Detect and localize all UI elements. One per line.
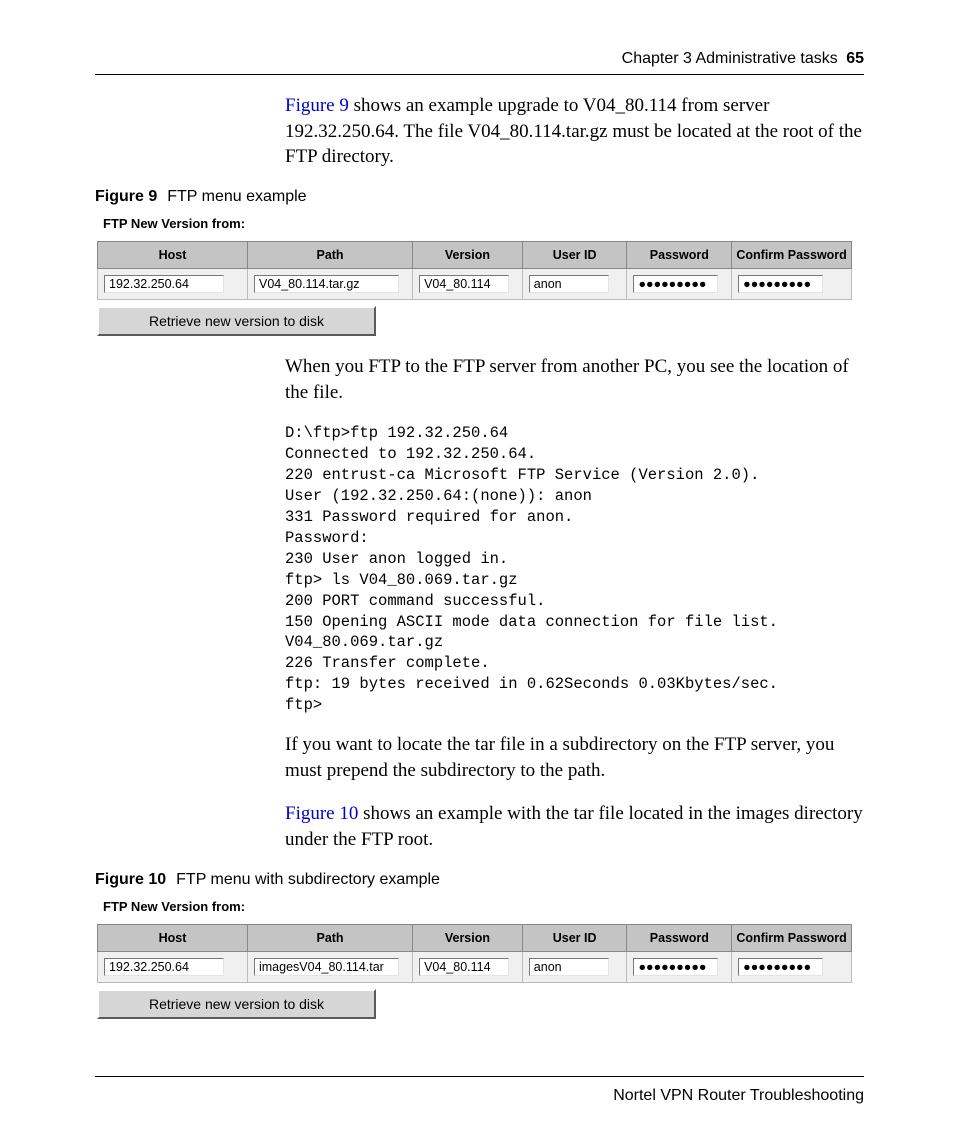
version-input[interactable]: V04_80.114 <box>419 275 509 293</box>
chapter-title: Chapter 3 Administrative tasks <box>622 50 838 67</box>
col-confirm: Confirm Password <box>732 924 852 951</box>
para-fig10-intro: Figure 10 shows an example with the tar … <box>285 801 864 852</box>
para-fig10-text: shows an example with the tar file locat… <box>285 803 863 850</box>
ftp-table-fig9: Host Path Version User ID Password Confi… <box>97 241 852 300</box>
figure-9-label: Figure 9 <box>95 188 157 205</box>
retrieve-button[interactable]: Retrieve new version to disk <box>97 989 376 1019</box>
col-password: Password <box>627 924 732 951</box>
confirm-password-input[interactable]: ●●●●●●●●● <box>738 275 823 293</box>
figure-9-link[interactable]: Figure 9 <box>285 95 349 116</box>
ftp-data-row: 192.32.250.64 imagesV04_80.114.tar V04_8… <box>98 951 852 982</box>
footer-rule <box>95 1076 864 1077</box>
col-host: Host <box>98 241 248 268</box>
user-input[interactable]: anon <box>529 275 609 293</box>
host-input[interactable]: 192.32.250.64 <box>104 958 224 976</box>
footer-text: Nortel VPN Router Troubleshooting <box>95 1087 864 1105</box>
password-input[interactable]: ●●●●●●●●● <box>633 275 718 293</box>
figure-10-caption: Figure 10 FTP menu with subdirectory exam… <box>95 871 864 889</box>
col-host: Host <box>98 924 248 951</box>
ftp-heading-2: FTP New Version from: <box>103 899 864 914</box>
col-confirm: Confirm Password <box>732 241 852 268</box>
para-subdir-note: If you want to locate the tar file in a … <box>285 732 864 783</box>
ftp-heading: FTP New Version from: <box>103 216 864 231</box>
path-input[interactable]: V04_80.114.tar.gz <box>254 275 399 293</box>
ftp-table-fig10: Host Path Version User ID Password Confi… <box>97 924 852 983</box>
host-input[interactable]: 192.32.250.64 <box>104 275 224 293</box>
figure-10-title: FTP menu with subdirectory example <box>176 871 440 888</box>
page-footer: Nortel VPN Router Troubleshooting <box>95 1076 864 1105</box>
retrieve-button[interactable]: Retrieve new version to disk <box>97 306 376 336</box>
intro-text: shows an example upgrade to V04_80.114 f… <box>285 95 862 167</box>
ftp-session-output: D:\ftp>ftp 192.32.250.64 Connected to 19… <box>285 423 864 716</box>
figure-9-caption: Figure 9 FTP menu example <box>95 188 864 206</box>
confirm-password-input[interactable]: ●●●●●●●●● <box>738 958 823 976</box>
ftp-data-row: 192.32.250.64 V04_80.114.tar.gz V04_80.1… <box>98 268 852 299</box>
page: Chapter 3 Administrative tasks 65 Figure… <box>0 0 954 1145</box>
col-password: Password <box>627 241 732 268</box>
ftp-header-row: Host Path Version User ID Password Confi… <box>98 924 852 951</box>
col-user: User ID <box>522 924 627 951</box>
col-version: Version <box>413 241 523 268</box>
figure-10-label: Figure 10 <box>95 871 166 888</box>
para-ftp-location: When you FTP to the FTP server from anot… <box>285 354 864 405</box>
version-input[interactable]: V04_80.114 <box>419 958 509 976</box>
header-rule <box>95 74 864 75</box>
col-path: Path <box>247 241 412 268</box>
col-version: Version <box>413 924 523 951</box>
intro-paragraph: Figure 9 shows an example upgrade to V04… <box>285 93 864 170</box>
col-user: User ID <box>522 241 627 268</box>
path-input[interactable]: imagesV04_80.114.tar <box>254 958 399 976</box>
user-input[interactable]: anon <box>529 958 609 976</box>
figure-10-link[interactable]: Figure 10 <box>285 803 358 824</box>
col-path: Path <box>247 924 412 951</box>
ftp-header-row: Host Path Version User ID Password Confi… <box>98 241 852 268</box>
password-input[interactable]: ●●●●●●●●● <box>633 958 718 976</box>
running-header: Chapter 3 Administrative tasks 65 <box>95 50 864 68</box>
page-number: 65 <box>846 50 864 67</box>
figure-9-title: FTP menu example <box>167 188 306 205</box>
